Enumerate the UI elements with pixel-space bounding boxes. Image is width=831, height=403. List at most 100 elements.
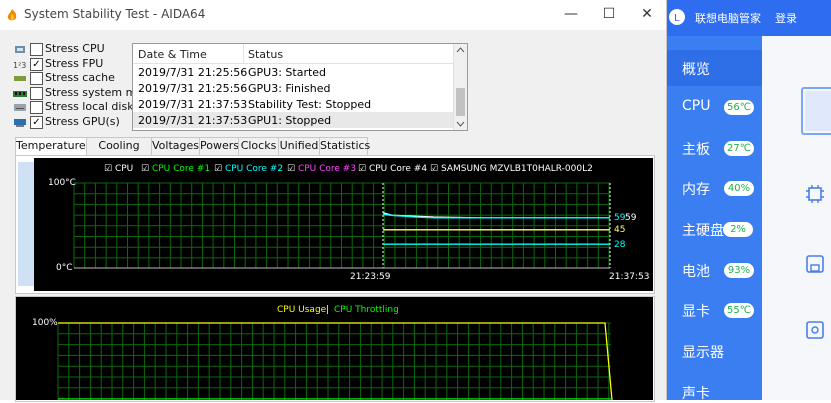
tab-unified[interactable]: Unified (278, 137, 320, 156)
sidebar-item-graphics[interactable]: 显卡 55℃ (667, 301, 762, 321)
close-button[interactable]: ✕ (632, 4, 662, 24)
cpu-usage-chart: CPU Usage | CPU Throttling 100% (16, 297, 653, 400)
x-axis-mid-label: 21:23:59 (350, 272, 391, 282)
scroll-thumb[interactable] (456, 88, 465, 116)
tab-clocks[interactable]: Clocks (238, 137, 279, 156)
lenovo-header: L 联想电脑管家 登录 (667, 0, 831, 36)
sidebar-item-battery[interactable]: 电池 93% (667, 261, 762, 281)
column-date-time[interactable]: Date & Time (138, 48, 207, 61)
lenovo-sidebar: 概览 CPU 56℃ 主板 27℃ 内存 40% 主硬盘 2% 电池 93% 显… (667, 36, 762, 403)
sidebar-label: 电池 (682, 264, 710, 280)
temperature-chart: ☑ CPU ☑ CPU Core #1 ☑ CPU Core #2 ☑ CPU … (34, 158, 653, 291)
log-status: Stability Test: Stopped (248, 98, 372, 111)
usage-y-top-label: 100% (32, 318, 58, 328)
status-badge: 27℃ (724, 141, 754, 156)
cpu-usage-line (58, 322, 613, 400)
sidebar-label: 内存 (682, 182, 710, 198)
status-badge: 56℃ (724, 100, 754, 115)
aida64-flame-icon (7, 9, 17, 21)
log-row[interactable]: 2019/7/31 21:25:56 GPU3: Finished (133, 80, 453, 96)
right-value-label: 45 (614, 225, 626, 235)
stress-cache-checkbox[interactable] (30, 72, 43, 86)
sidebar-label: 显示器 (682, 345, 724, 361)
scroll-up-icon[interactable] (454, 44, 467, 56)
sidebar-item-main-disk[interactable]: 主硬盘 2% (667, 220, 762, 240)
stress-cache-label: Stress cache (45, 71, 115, 85)
chip-icon (806, 185, 824, 203)
status-log-table[interactable]: Date & Time Status 2019/7/31 21:25:56 GP… (132, 43, 468, 131)
log-row-selected[interactable]: 2019/7/31 21:37:53 GPU1: Stopped (133, 112, 453, 128)
stress-gpu-checkbox[interactable]: ✓ (30, 115, 43, 129)
status-badge: 40% (724, 181, 754, 196)
maximize-button[interactable]: ☐ (594, 4, 624, 24)
aida64-window: System Stability Test - AIDA64 — ☐ ✕ Str… (0, 0, 667, 402)
title-bar: System Stability Test - AIDA64 — ☐ ✕ (0, 0, 666, 30)
tab-statistics[interactable]: Statistics (319, 137, 370, 156)
sidebar-label: CPU (682, 98, 711, 114)
window-title: System Stability Test - AIDA64 (24, 7, 206, 21)
tab-cooling-fans[interactable]: Cooling Fans (86, 137, 152, 168)
y-axis-top-label: 100°C (48, 178, 76, 188)
tab-voltages[interactable]: Voltages (151, 137, 200, 156)
log-header: Date & Time Status (133, 44, 453, 64)
sidebar-item-memory[interactable]: 内存 40% (667, 179, 762, 199)
sidebar-label: 显卡 (682, 304, 710, 320)
lenovo-logo-icon: L (669, 9, 685, 25)
right-value-label: 59 (614, 213, 626, 223)
usage-plot (57, 322, 613, 400)
x-axis-end-label: 21:37:53 (609, 272, 650, 282)
sidebar-item-cpu[interactable]: CPU 56℃ (667, 98, 762, 118)
svg-text:L: L (674, 13, 680, 24)
lenovo-pc-manager-window: L 联想电脑管家 登录 概览 CPU 56℃ 主板 27℃ 内存 40% 主硬盘… (667, 0, 831, 403)
sidebar-item-motherboard[interactable]: 主板 27℃ (667, 139, 762, 159)
log-row[interactable]: 2019/7/31 21:25:56 GPU3: Started (133, 64, 453, 80)
log-date: 2019/7/31 21:25:56 (138, 82, 248, 95)
log-date: 2019/7/31 21:25:56 (138, 66, 248, 79)
svg-text:1²3: 1²3 (13, 61, 26, 69)
status-badge: 93% (724, 263, 754, 278)
stress-disks-checkbox[interactable] (30, 101, 43, 115)
stress-cpu-checkbox[interactable] (30, 43, 43, 56)
temperature-plot (73, 182, 611, 269)
login-link[interactable]: 登录 (775, 10, 797, 26)
tab-powers[interactable]: Powers (199, 137, 239, 156)
lenovo-app-title: 联想电脑管家 (695, 12, 761, 25)
stress-fpu-label: Stress FPU (45, 56, 104, 70)
log-date: 2019/7/31 21:37:53 (138, 98, 248, 111)
scroll-down-icon[interactable] (454, 118, 467, 130)
log-row[interactable]: 2019/7/31 21:37:53 Stability Test: Stopp… (133, 96, 453, 112)
stress-fpu-checkbox[interactable]: ✓ (30, 57, 43, 71)
picture-icon (806, 321, 824, 339)
cpu-chip-icon (15, 46, 25, 53)
sidebar-item-sound[interactable]: 声卡 (667, 383, 762, 403)
sidebar-label: 主板 (682, 142, 710, 158)
sidebar-label: 主硬盘 (682, 223, 724, 239)
tab-temperatures[interactable]: Temperatures (15, 137, 91, 157)
lenovo-main-panel (762, 36, 831, 400)
log-status: GPU1: Stopped (248, 114, 332, 127)
right-value-label: 28 (614, 240, 626, 250)
cache-icon (14, 76, 26, 82)
sidebar-label: 概览 (682, 62, 710, 78)
right-value-label: 59 (625, 213, 637, 223)
stress-memory-checkbox[interactable] (30, 86, 43, 100)
stress-cpu-label: Stress CPU (45, 42, 105, 55)
stress-gpu-label: Stress GPU(s) (45, 114, 120, 128)
y-axis-bottom-label: 0°C (56, 263, 73, 273)
stress-disks-label: Stress local disks (45, 100, 140, 114)
log-date: 2019/7/31 21:37:53 (138, 114, 248, 127)
minimize-button[interactable]: — (556, 4, 586, 24)
log-status: GPU3: Started (248, 66, 327, 79)
fpu-icon: 1²3 (13, 61, 26, 69)
log-status: GPU3: Finished (248, 82, 331, 95)
column-status[interactable]: Status (248, 48, 283, 61)
disk-drive-icon (14, 104, 26, 112)
panel-side-scroll (18, 162, 35, 286)
save-icon (806, 255, 824, 273)
sidebar-label: 声卡 (682, 386, 710, 402)
memory-module-icon (13, 90, 27, 97)
status-badge: 2% (723, 222, 753, 237)
sidebar-item-overview[interactable]: 概览 (667, 50, 762, 86)
log-scrollbar[interactable] (453, 44, 467, 130)
sidebar-item-display[interactable]: 显示器 (667, 342, 762, 362)
